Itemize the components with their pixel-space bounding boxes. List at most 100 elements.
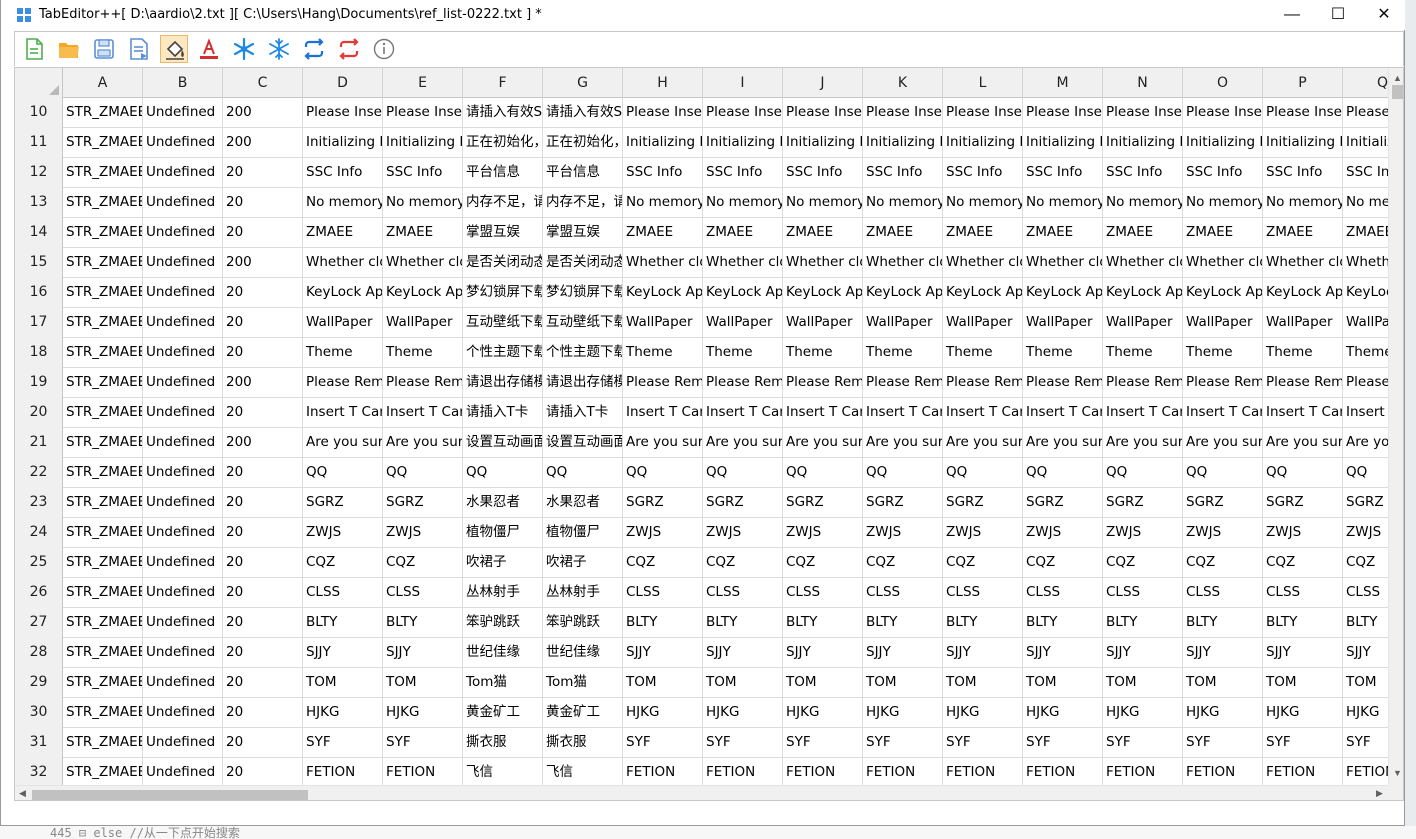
cell-q[interactable]: Please	[1343, 98, 1388, 128]
cell-f[interactable]: 个性主题下载	[463, 338, 543, 368]
cell-j[interactable]: CLSS	[783, 578, 863, 608]
cell-h[interactable]: SSC Info	[623, 158, 703, 188]
cell-g[interactable]: 丛林射手	[543, 578, 623, 608]
cell-o[interactable]: TOM	[1183, 668, 1263, 698]
row-header[interactable]: 18	[15, 338, 63, 368]
cell-g[interactable]: 设置互动画面	[543, 428, 623, 458]
cell-j[interactable]: SSC Info	[783, 158, 863, 188]
cell-b[interactable]: Undefined	[143, 368, 223, 398]
cell-h[interactable]: KeyLock App	[623, 278, 703, 308]
cell-c[interactable]: 200	[223, 248, 303, 278]
cell-l[interactable]: SSC Info	[943, 158, 1023, 188]
spreadsheet-grid[interactable]: ABCDEFGHIJKLMNOPQ 10STR_ZMAEE_Undefined2…	[14, 67, 1404, 801]
cell-h[interactable]: CLSS	[623, 578, 703, 608]
cell-f[interactable]: 互动壁纸下载	[463, 308, 543, 338]
cell-j[interactable]: HJKG	[783, 698, 863, 728]
cell-f[interactable]: 飞信	[463, 758, 543, 788]
cell-a[interactable]: STR_ZMAEE_	[63, 698, 143, 728]
horizontal-scroll-thumb[interactable]	[32, 790, 308, 800]
cell-m[interactable]: WallPaper	[1023, 308, 1103, 338]
cell-j[interactable]: No memory,	[783, 188, 863, 218]
cell-e[interactable]: Theme	[383, 338, 463, 368]
cell-l[interactable]: SYF	[943, 728, 1023, 758]
cell-d[interactable]: Insert T Card	[303, 398, 383, 428]
row-header[interactable]: 17	[15, 308, 63, 338]
cell-h[interactable]: Whether clo	[623, 248, 703, 278]
fill-color-button[interactable]	[160, 35, 188, 63]
cell-q[interactable]: BLTY	[1343, 608, 1388, 638]
cell-o[interactable]: FETION	[1183, 758, 1263, 788]
cell-g[interactable]: 世纪佳缘	[543, 638, 623, 668]
cell-m[interactable]: HJKG	[1023, 698, 1103, 728]
scroll-left-icon[interactable]: ◀	[19, 788, 26, 799]
about-button[interactable]	[370, 35, 398, 63]
cell-o[interactable]: Initializing N	[1183, 128, 1263, 158]
row-header[interactable]: 19	[15, 368, 63, 398]
cell-f[interactable]: 平台信息	[463, 158, 543, 188]
cell-k[interactable]: BLTY	[863, 608, 943, 638]
cell-f[interactable]: 水果忍者	[463, 488, 543, 518]
row-header[interactable]: 31	[15, 728, 63, 758]
cell-a[interactable]: STR_ZMAEE_	[63, 98, 143, 128]
cell-k[interactable]: Please Insert	[863, 98, 943, 128]
cell-p[interactable]: BLTY	[1263, 608, 1343, 638]
cell-c[interactable]: 200	[223, 428, 303, 458]
cell-n[interactable]: CQZ	[1103, 548, 1183, 578]
cell-m[interactable]: SJJY	[1023, 638, 1103, 668]
close-button[interactable]: ✕	[1361, 0, 1407, 30]
cell-o[interactable]: KeyLock App	[1183, 278, 1263, 308]
cell-m[interactable]: ZMAEE	[1023, 218, 1103, 248]
cell-c[interactable]: 20	[223, 458, 303, 488]
cell-e[interactable]: SGRZ	[383, 488, 463, 518]
cell-k[interactable]: Please Remo	[863, 368, 943, 398]
cell-b[interactable]: Undefined	[143, 248, 223, 278]
cell-e[interactable]: WallPaper	[383, 308, 463, 338]
column-header-b[interactable]: B	[143, 68, 223, 98]
cell-p[interactable]: CLSS	[1263, 578, 1343, 608]
save-as-button[interactable]	[125, 35, 153, 63]
cell-p[interactable]: Whether clo	[1263, 248, 1343, 278]
column-header-o[interactable]: O	[1183, 68, 1263, 98]
cell-o[interactable]: SSC Info	[1183, 158, 1263, 188]
cell-a[interactable]: STR_ZMAEE_	[63, 488, 143, 518]
cell-q[interactable]: Initializiz	[1343, 128, 1388, 158]
cell-m[interactable]: Initializing N	[1023, 128, 1103, 158]
cell-b[interactable]: Undefined	[143, 728, 223, 758]
cell-d[interactable]: TOM	[303, 668, 383, 698]
column-header-n[interactable]: N	[1103, 68, 1183, 98]
cell-c[interactable]: 20	[223, 218, 303, 248]
vertical-scroll-thumb[interactable]	[1392, 85, 1403, 99]
cell-e[interactable]: TOM	[383, 668, 463, 698]
cell-k[interactable]: CLSS	[863, 578, 943, 608]
cell-q[interactable]: QQ	[1343, 458, 1388, 488]
cell-n[interactable]: TOM	[1103, 668, 1183, 698]
cell-a[interactable]: STR_ZMAEE_	[63, 248, 143, 278]
vertical-scrollbar[interactable]: ▲ ▼	[1388, 68, 1403, 785]
cell-i[interactable]: KeyLock App	[703, 278, 783, 308]
cell-g[interactable]: 飞信	[543, 758, 623, 788]
cell-g[interactable]: 吹裙子	[543, 548, 623, 578]
cell-k[interactable]: HJKG	[863, 698, 943, 728]
row-header[interactable]: 30	[15, 698, 63, 728]
row-header[interactable]: 13	[15, 188, 63, 218]
cell-c[interactable]: 200	[223, 98, 303, 128]
cell-k[interactable]: SJJY	[863, 638, 943, 668]
column-header-h[interactable]: H	[623, 68, 703, 98]
cell-c[interactable]: 20	[223, 188, 303, 218]
cell-g[interactable]: 水果忍者	[543, 488, 623, 518]
cell-d[interactable]: Please Insert	[303, 98, 383, 128]
cell-q[interactable]: SSC In	[1343, 158, 1388, 188]
cell-n[interactable]: Theme	[1103, 338, 1183, 368]
cell-a[interactable]: STR_ZMAEE_	[63, 548, 143, 578]
cell-a[interactable]: STR_ZMAEE_	[63, 608, 143, 638]
cell-h[interactable]: HJKG	[623, 698, 703, 728]
cell-b[interactable]: Undefined	[143, 398, 223, 428]
cell-b[interactable]: Undefined	[143, 548, 223, 578]
cell-a[interactable]: STR_ZMAEE_	[63, 518, 143, 548]
cell-b[interactable]: Undefined	[143, 488, 223, 518]
cell-n[interactable]: ZMAEE	[1103, 218, 1183, 248]
cell-e[interactable]: FETION	[383, 758, 463, 788]
cell-n[interactable]: Initializing N	[1103, 128, 1183, 158]
cell-h[interactable]: Please Insert	[623, 98, 703, 128]
cell-k[interactable]: SYF	[863, 728, 943, 758]
